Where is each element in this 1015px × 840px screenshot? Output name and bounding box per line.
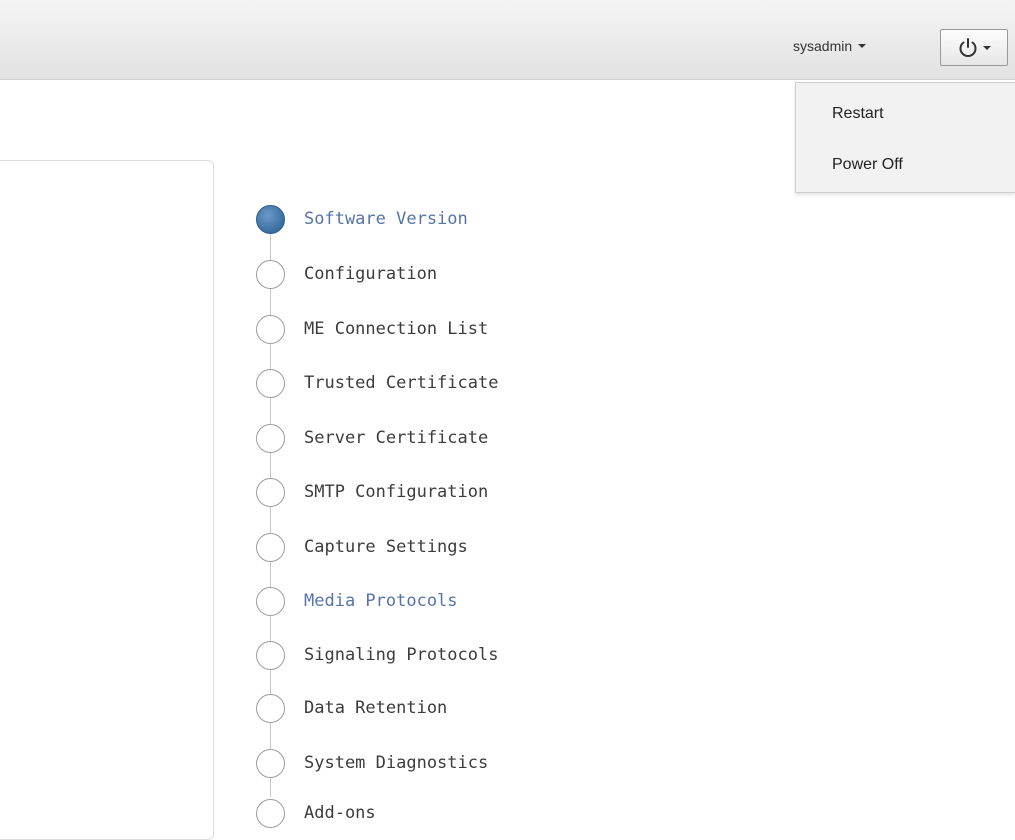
step-circle-icon bbox=[256, 259, 285, 289]
wizard-step-me-connection-list[interactable]: ME Connection List bbox=[256, 314, 488, 344]
wizard-step-smtp-configuration[interactable]: SMTP Configuration bbox=[256, 477, 488, 507]
wizard-step-software-version[interactable]: Software Version bbox=[256, 204, 468, 234]
step-label: Trusted Certificate bbox=[304, 373, 499, 393]
step-label: Add-ons bbox=[304, 803, 376, 823]
power-dropdown-menu: Restart Power Off bbox=[795, 82, 1015, 193]
username-label: sysadmin bbox=[793, 38, 853, 54]
step-label: ME Connection List bbox=[304, 319, 489, 339]
wizard-step-signaling-protocols[interactable]: Signaling Protocols bbox=[256, 640, 498, 670]
step-label: System Diagnostics bbox=[304, 753, 489, 773]
wizard-step-configuration[interactable]: Configuration bbox=[256, 259, 437, 289]
step-label: Capture Settings bbox=[304, 537, 468, 557]
wizard-step-capture-settings[interactable]: Capture Settings bbox=[256, 532, 468, 562]
step-circle-icon bbox=[256, 748, 285, 778]
wizard-step-add-ons[interactable]: Add-ons bbox=[256, 798, 376, 828]
step-circle-icon bbox=[256, 532, 285, 562]
user-menu[interactable]: sysadmin bbox=[793, 38, 867, 54]
step-label: Configuration bbox=[304, 264, 438, 284]
wizard-step-media-protocols[interactable]: Media Protocols bbox=[256, 586, 458, 616]
step-circle-icon bbox=[256, 314, 285, 344]
step-circle-icon bbox=[256, 798, 285, 828]
step-label: Media Protocols bbox=[304, 591, 458, 611]
content-panel bbox=[0, 160, 214, 840]
step-circle-icon bbox=[256, 640, 285, 670]
menu-item-power-off[interactable]: Power Off bbox=[832, 156, 903, 174]
top-header-bar: sysadmin bbox=[0, 0, 1015, 80]
wizard-step-server-certificate[interactable]: Server Certificate bbox=[256, 423, 488, 453]
step-label: Software Version bbox=[304, 209, 468, 229]
step-label: SMTP Configuration bbox=[304, 482, 489, 502]
step-circle-icon bbox=[256, 477, 285, 507]
step-active-icon bbox=[256, 204, 285, 234]
wizard-step-system-diagnostics[interactable]: System Diagnostics bbox=[256, 748, 488, 778]
chevron-down-icon bbox=[983, 45, 991, 50]
step-label: Server Certificate bbox=[304, 428, 489, 448]
step-circle-icon bbox=[256, 423, 285, 453]
power-button[interactable] bbox=[940, 29, 1008, 66]
step-circle-icon bbox=[256, 693, 285, 723]
step-label: Signaling Protocols bbox=[304, 645, 499, 665]
power-icon bbox=[959, 37, 977, 57]
step-circle-icon bbox=[256, 586, 285, 616]
wizard-step-data-retention[interactable]: Data Retention bbox=[256, 693, 447, 723]
step-circle-icon bbox=[256, 368, 285, 398]
wizard-step-trusted-certificate[interactable]: Trusted Certificate bbox=[256, 368, 498, 398]
menu-item-restart[interactable]: Restart bbox=[832, 105, 884, 123]
chevron-down-icon bbox=[858, 44, 867, 48]
step-label: Data Retention bbox=[304, 698, 448, 718]
